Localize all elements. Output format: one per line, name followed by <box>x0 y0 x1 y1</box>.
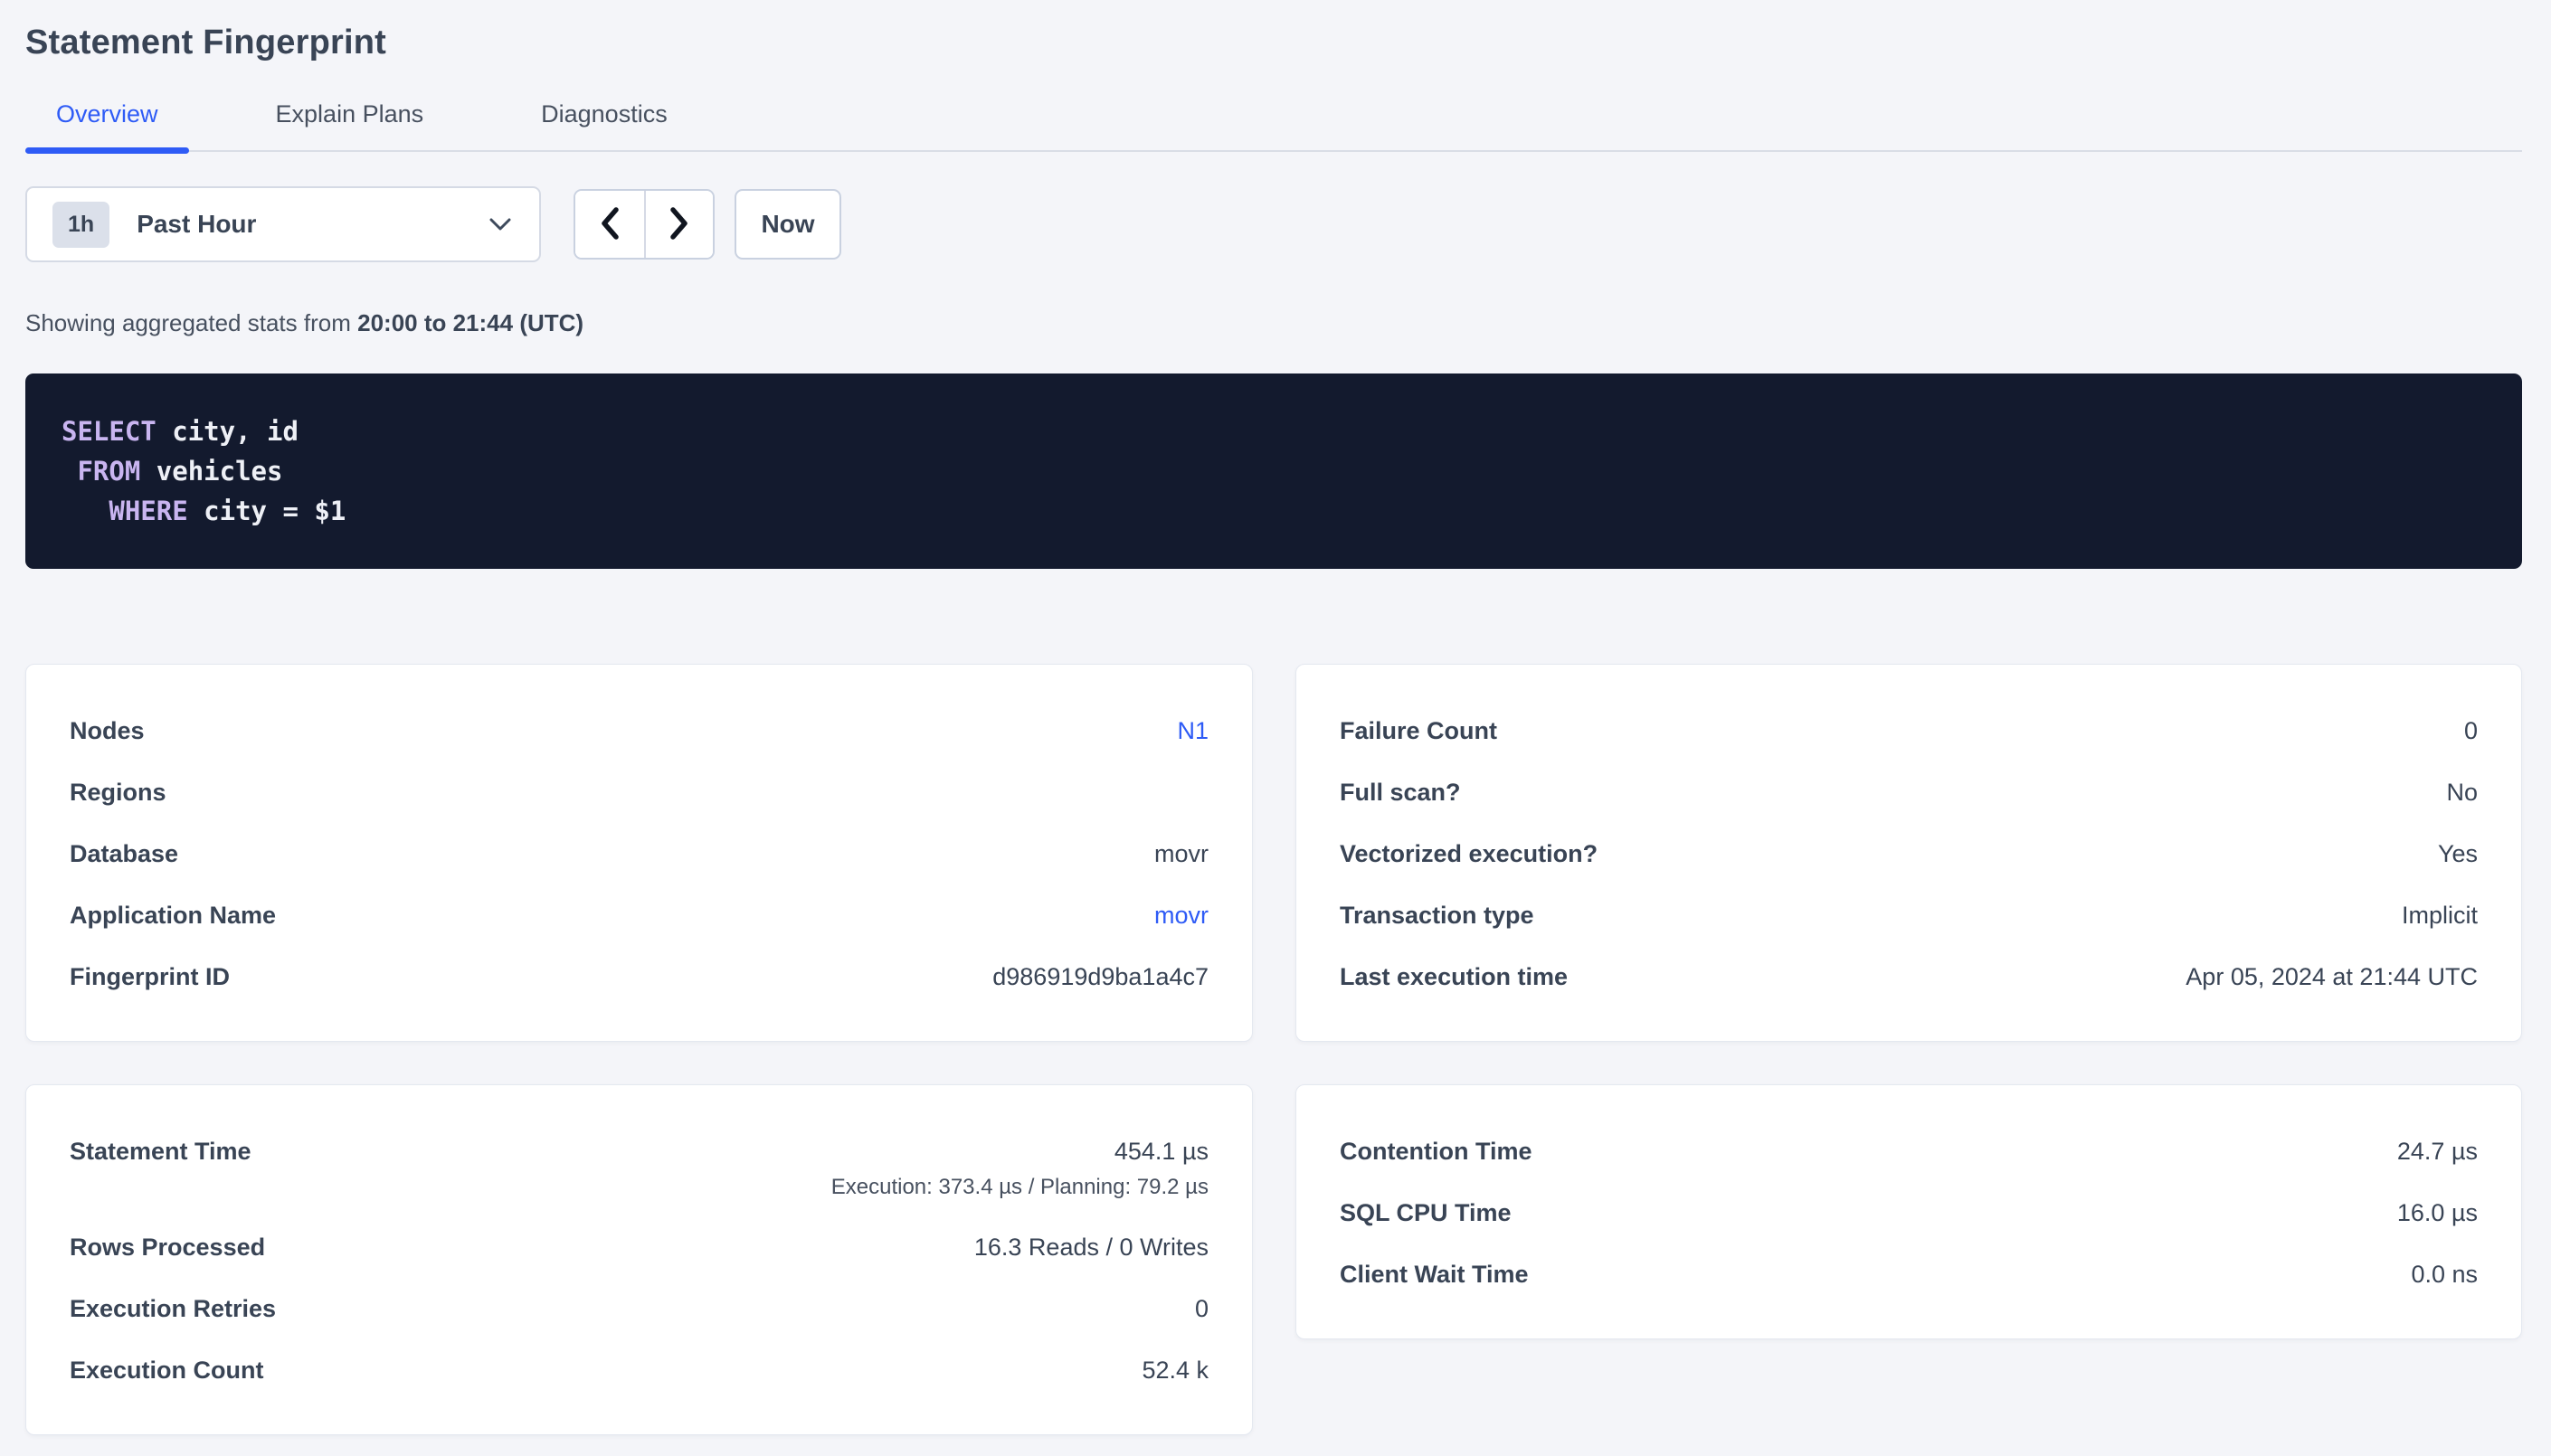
rows-processed-label: Rows Processed <box>70 1232 265 1262</box>
chevron-left-icon <box>597 204 622 245</box>
row-nodes: Nodes N1 <box>70 715 1209 746</box>
aggregated-stats-text: Showing aggregated stats from 20:00 to 2… <box>25 309 2522 337</box>
contention-time-value: 24.7 µs <box>2397 1136 2478 1167</box>
sql-text: vehicles <box>140 456 282 487</box>
row-last-execution-time: Last execution time Apr 05, 2024 at 21:4… <box>1340 961 2478 992</box>
statement-time-breakdown: Execution: 373.4 µs / Planning: 79.2 µs <box>831 1174 1209 1201</box>
row-regions: Regions <box>70 777 1209 808</box>
sql-line: SELECT city, id <box>62 411 2486 451</box>
vectorized-execution-value: Yes <box>2438 838 2478 869</box>
tab-bar: Overview Explain Plans Diagnostics <box>25 95 2522 152</box>
vectorized-execution-label: Vectorized execution? <box>1340 838 1598 869</box>
overview-card-left: Nodes N1 Regions Database movr Applicati… <box>25 664 1253 1042</box>
application-name-label: Application Name <box>70 900 276 931</box>
aggregated-stats-prefix: Showing aggregated stats from <box>25 309 357 336</box>
regions-label: Regions <box>70 777 166 808</box>
row-execution-retries: Execution Retries 0 <box>70 1293 1209 1324</box>
time-range-label: Past Hour <box>137 210 256 239</box>
row-sql-cpu-time: SQL CPU Time 16.0 µs <box>1340 1197 2478 1228</box>
row-execution-count: Execution Count 52.4 k <box>70 1355 1209 1385</box>
time-range-dropdown[interactable]: 1h Past Hour <box>25 186 541 262</box>
execution-retries-label: Execution Retries <box>70 1293 276 1324</box>
sql-indent <box>62 456 77 487</box>
execution-count-value: 52.4 k <box>1142 1355 1209 1385</box>
next-time-button[interactable] <box>644 191 713 258</box>
sql-keyword: SELECT <box>62 416 156 447</box>
statement-time-value: 454.1 µs <box>1114 1136 1209 1167</box>
fingerprint-id-label: Fingerprint ID <box>70 961 230 992</box>
sql-keyword: WHERE <box>109 496 187 526</box>
contention-time-label: Contention Time <box>1340 1136 1532 1167</box>
client-wait-time-value: 0.0 ns <box>2411 1259 2478 1290</box>
application-name-link[interactable]: movr <box>1154 900 1209 931</box>
now-button[interactable]: Now <box>735 189 841 260</box>
failure-count-label: Failure Count <box>1340 715 1497 746</box>
sql-keyword: FROM <box>77 456 140 487</box>
full-scan-label: Full scan? <box>1340 777 1461 808</box>
overview-card-right: Failure Count 0 Full scan? No Vectorized… <box>1295 664 2522 1042</box>
row-failure-count: Failure Count 0 <box>1340 715 2478 746</box>
last-execution-time-value: Apr 05, 2024 at 21:44 UTC <box>2186 961 2478 992</box>
sql-line: WHERE city = $1 <box>62 491 2486 531</box>
time-pager <box>574 189 715 260</box>
statement-time-label: Statement Time <box>70 1136 251 1167</box>
tab-overview[interactable]: Overview <box>25 95 189 150</box>
sql-text: city = $1 <box>188 496 346 526</box>
transaction-type-label: Transaction type <box>1340 900 1534 931</box>
sql-line: FROM vehicles <box>62 451 2486 491</box>
chevron-right-icon <box>667 204 692 245</box>
statement-fingerprint-page: Statement Fingerprint Overview Explain P… <box>0 0 2551 1456</box>
prev-time-button[interactable] <box>575 191 644 258</box>
failure-count-value: 0 <box>2464 715 2478 746</box>
execution-retries-value: 0 <box>1195 1293 1209 1324</box>
rows-processed-value: 16.3 Reads / 0 Writes <box>974 1232 1209 1262</box>
database-value: movr <box>1154 838 1209 869</box>
sql-cpu-time-value: 16.0 µs <box>2397 1197 2478 1228</box>
database-label: Database <box>70 838 178 869</box>
fingerprint-id-value: d986919d9ba1a4c7 <box>992 961 1209 992</box>
time-controls: 1h Past Hour <box>25 186 2522 262</box>
time-range-badge: 1h <box>52 202 109 248</box>
chevron-down-icon <box>487 215 514 233</box>
last-execution-time-label: Last execution time <box>1340 961 1568 992</box>
row-fingerprint-id: Fingerprint ID d986919d9ba1a4c7 <box>70 961 1209 992</box>
page-title: Statement Fingerprint <box>25 24 2522 62</box>
row-application-name: Application Name movr <box>70 900 1209 931</box>
nodes-label: Nodes <box>70 715 145 746</box>
sql-indent <box>62 496 109 526</box>
execution-count-label: Execution Count <box>70 1355 264 1385</box>
sql-text: city, id <box>156 416 299 447</box>
details-grid: Nodes N1 Regions Database movr Applicati… <box>25 664 2522 1435</box>
row-rows-processed: Rows Processed 16.3 Reads / 0 Writes <box>70 1232 1209 1262</box>
nodes-link[interactable]: N1 <box>1177 715 1209 746</box>
row-vectorized-execution: Vectorized execution? Yes <box>1340 838 2478 869</box>
sql-cpu-time-label: SQL CPU Time <box>1340 1197 1512 1228</box>
row-statement-time: Statement Time 454.1 µs Execution: 373.4… <box>70 1136 1209 1201</box>
transaction-type-value: Implicit <box>2402 900 2478 931</box>
full-scan-value: No <box>2446 777 2478 808</box>
timing-card-right: Contention Time 24.7 µs SQL CPU Time 16.… <box>1295 1084 2522 1339</box>
row-contention-time: Contention Time 24.7 µs <box>1340 1136 2478 1167</box>
row-database: Database movr <box>70 838 1209 869</box>
row-transaction-type: Transaction type Implicit <box>1340 900 2478 931</box>
tab-diagnostics[interactable]: Diagnostics <box>510 95 698 150</box>
tab-explain-plans[interactable]: Explain Plans <box>245 95 455 150</box>
client-wait-time-label: Client Wait Time <box>1340 1259 1529 1290</box>
row-full-scan: Full scan? No <box>1340 777 2478 808</box>
timing-card-left: Statement Time 454.1 µs Execution: 373.4… <box>25 1084 1253 1435</box>
row-client-wait-time: Client Wait Time 0.0 ns <box>1340 1259 2478 1290</box>
aggregated-stats-range: 20:00 to 21:44 (UTC) <box>357 309 583 336</box>
sql-statement-box: SELECT city, id FROM vehicles WHERE city… <box>25 373 2522 569</box>
